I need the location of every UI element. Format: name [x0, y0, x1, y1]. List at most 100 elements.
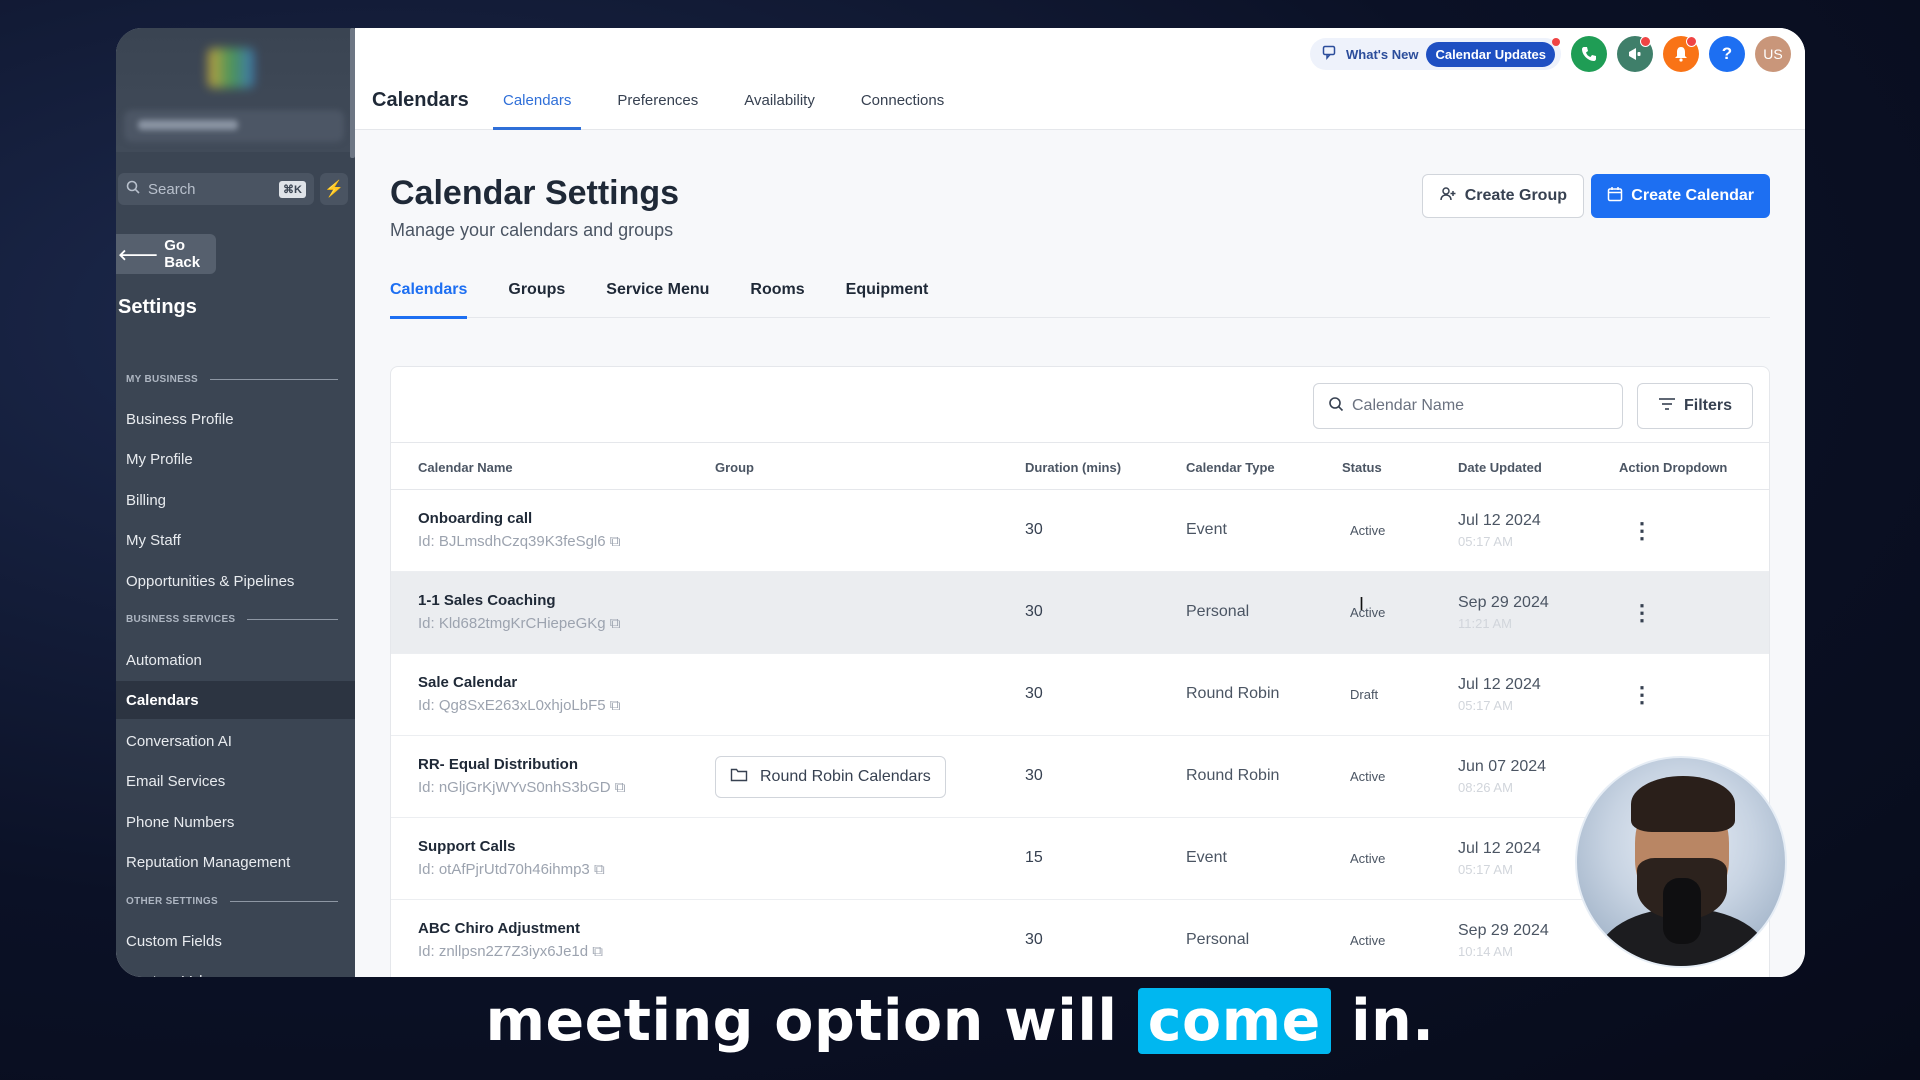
notification-bell-icon[interactable]: [1663, 36, 1699, 72]
col-duration[interactable]: Duration (mins): [1025, 460, 1121, 475]
tab-availability[interactable]: Availability: [734, 78, 825, 130]
subtab-calendars[interactable]: Calendars: [390, 278, 468, 319]
create-calendar-label: Create Calendar: [1631, 187, 1754, 204]
sidebar-item-my-profile[interactable]: My Profile: [116, 440, 355, 478]
create-calendar-button[interactable]: Create Calendar: [1591, 174, 1770, 218]
quick-action-bolt-icon[interactable]: ⚡: [320, 173, 348, 205]
search-shortcut-badge: ⌘K: [279, 180, 306, 198]
copy-icon[interactable]: ⧉: [615, 779, 626, 796]
whats-new-pill[interactable]: What's New Calendar Updates: [1310, 37, 1561, 70]
subtab-service-menu[interactable]: Service Menu: [606, 278, 709, 318]
settings-subtabs: Calendars Groups Service Menu Rooms Equi…: [390, 278, 1770, 319]
row-calendar-name[interactable]: RR- Equal Distribution: [418, 756, 578, 773]
table-toolbar: Calendar Name Filters: [391, 367, 1769, 443]
row-calendar-name[interactable]: Sale Calendar: [418, 674, 517, 691]
create-group-button[interactable]: Create Group: [1421, 174, 1584, 218]
calendar-search-placeholder: Calendar Name: [1352, 397, 1465, 414]
account-switcher[interactable]: [124, 110, 344, 142]
tab-connections[interactable]: Connections: [851, 78, 954, 130]
tab-calendars[interactable]: Calendars: [493, 78, 582, 130]
calendar-icon: [1607, 186, 1623, 207]
row-calendar-id: Id: Kld682tmgKrCHiepeGKg ⧉: [418, 615, 621, 632]
caption-after: in.: [1351, 988, 1435, 1054]
table-row[interactable]: Onboarding call Id: BJLmsdhCzq39K3feSgl6…: [391, 490, 1769, 572]
copy-icon[interactable]: ⧉: [594, 861, 605, 878]
help-icon[interactable]: ?: [1709, 36, 1745, 72]
row-date-updated: Jul 12 2024: [1458, 676, 1541, 693]
sidebar-item-custom-fields[interactable]: Custom Fields: [116, 922, 355, 960]
arrow-left-icon: 🡐: [118, 246, 159, 264]
section-my-business: MY BUSINESS: [126, 374, 338, 385]
sidebar-item-business-profile[interactable]: Business Profile: [116, 400, 355, 438]
megaphone-chat-icon: [1322, 44, 1338, 65]
announcement-megaphone-icon[interactable]: [1617, 36, 1653, 72]
table-header: Calendar Name Group Duration (mins) Cale…: [391, 443, 1769, 490]
table-row[interactable]: ABC Chiro Adjustment Id: znllpsn2Z7Z3iyx…: [391, 900, 1769, 977]
row-status: Active: [1350, 933, 1386, 948]
folder-icon: [730, 767, 748, 787]
copy-icon[interactable]: ⧉: [610, 697, 621, 714]
sidebar-item-custom-values[interactable]: Custom Values: [116, 962, 355, 978]
row-calendar-type: Event: [1186, 849, 1227, 866]
more-vertical-icon[interactable]: ⋮: [1631, 518, 1653, 544]
row-calendar-name[interactable]: Support Calls: [418, 838, 516, 855]
more-vertical-icon[interactable]: ⋮: [1631, 600, 1653, 626]
col-status[interactable]: Status: [1342, 460, 1382, 475]
calendar-search-input[interactable]: Calendar Name: [1313, 383, 1623, 429]
sidebar-item-opportunities[interactable]: Opportunities & Pipelines: [116, 562, 355, 600]
sidebar-item-conversation-ai[interactable]: Conversation AI: [116, 722, 355, 760]
sidebar-item-reputation[interactable]: Reputation Management: [116, 843, 355, 881]
filter-lines-icon: [1658, 397, 1676, 416]
sidebar-title: Settings: [118, 296, 197, 318]
table-row[interactable]: Sale Calendar Id: Qg8SxE263xL0xhjoLbF5 ⧉…: [391, 654, 1769, 736]
row-date-updated: Jun 07 2024: [1458, 758, 1547, 775]
filters-button[interactable]: Filters: [1637, 383, 1753, 429]
sidebar-item-billing[interactable]: Billing: [116, 481, 355, 519]
subtab-equipment[interactable]: Equipment: [846, 278, 929, 318]
avatar[interactable]: US: [1755, 36, 1791, 72]
row-calendar-type: Round Robin: [1186, 685, 1280, 702]
col-calendar-name[interactable]: Calendar Name: [418, 460, 513, 475]
row-time-updated: 05:17 AM: [1458, 862, 1513, 877]
sidebar-item-calendars[interactable]: Calendars: [116, 681, 355, 719]
row-calendar-id: Id: Qg8SxE263xL0xhjoLbF5 ⧉: [418, 697, 621, 714]
brand-logo: [208, 48, 254, 88]
row-duration: 30: [1025, 767, 1043, 784]
copy-icon[interactable]: ⧉: [610, 615, 621, 632]
phone-icon[interactable]: [1571, 36, 1607, 72]
sidebar-item-email-services[interactable]: Email Services: [116, 762, 355, 800]
row-calendar-type: Personal: [1186, 931, 1250, 948]
row-time-updated: 10:14 AM: [1458, 944, 1513, 959]
subtab-rooms[interactable]: Rooms: [750, 278, 804, 318]
go-back-button[interactable]: 🡐 Go Back: [116, 234, 216, 274]
sidebar-search[interactable]: Search ⌘K: [118, 173, 314, 205]
row-calendar-name[interactable]: Onboarding call: [418, 510, 532, 527]
row-date-updated: Sep 29 2024: [1458, 922, 1549, 939]
row-calendar-id: Id: BJLmsdhCzq39K3feSgl6 ⧉: [418, 533, 621, 550]
tab-preferences[interactable]: Preferences: [607, 78, 708, 130]
copy-icon[interactable]: ⧉: [610, 533, 621, 550]
sidebar-item-automation[interactable]: Automation: [116, 641, 355, 679]
sidebar-item-my-staff[interactable]: My Staff: [116, 521, 355, 559]
row-status: Active: [1350, 851, 1386, 866]
caption-highlight: come: [1137, 988, 1331, 1054]
table-row[interactable]: RR- Equal Distribution Id: nGljGrKjWYvS0…: [391, 736, 1769, 818]
calendar-updates-badge[interactable]: Calendar Updates: [1426, 37, 1560, 67]
row-status: Active: [1350, 605, 1386, 620]
copy-icon[interactable]: ⧉: [592, 943, 603, 960]
group-pill[interactable]: Round Robin Calendars: [715, 756, 946, 798]
table-row[interactable]: 1-1 Sales Coaching Id: Kld682tmgKrCHiepe…: [391, 572, 1769, 654]
more-vertical-icon[interactable]: ⋮: [1631, 682, 1653, 708]
col-calendar-type[interactable]: Calendar Type: [1186, 460, 1275, 475]
col-group[interactable]: Group: [715, 460, 754, 475]
row-calendar-name[interactable]: 1-1 Sales Coaching: [418, 592, 556, 609]
table-row[interactable]: Support Calls Id: otAfPjrUtd70h46ihmp3 ⧉…: [391, 818, 1769, 900]
col-date-updated[interactable]: Date Updated: [1458, 460, 1542, 475]
user-plus-icon: [1439, 185, 1457, 208]
page-subtitle: Manage your calendars and groups: [390, 220, 674, 240]
presenter-webcam: [1575, 756, 1787, 968]
row-date-updated: Sep 29 2024: [1458, 594, 1549, 611]
sidebar-item-phone-numbers[interactable]: Phone Numbers: [116, 803, 355, 841]
row-calendar-name[interactable]: ABC Chiro Adjustment: [418, 920, 580, 937]
subtab-groups[interactable]: Groups: [508, 278, 565, 318]
